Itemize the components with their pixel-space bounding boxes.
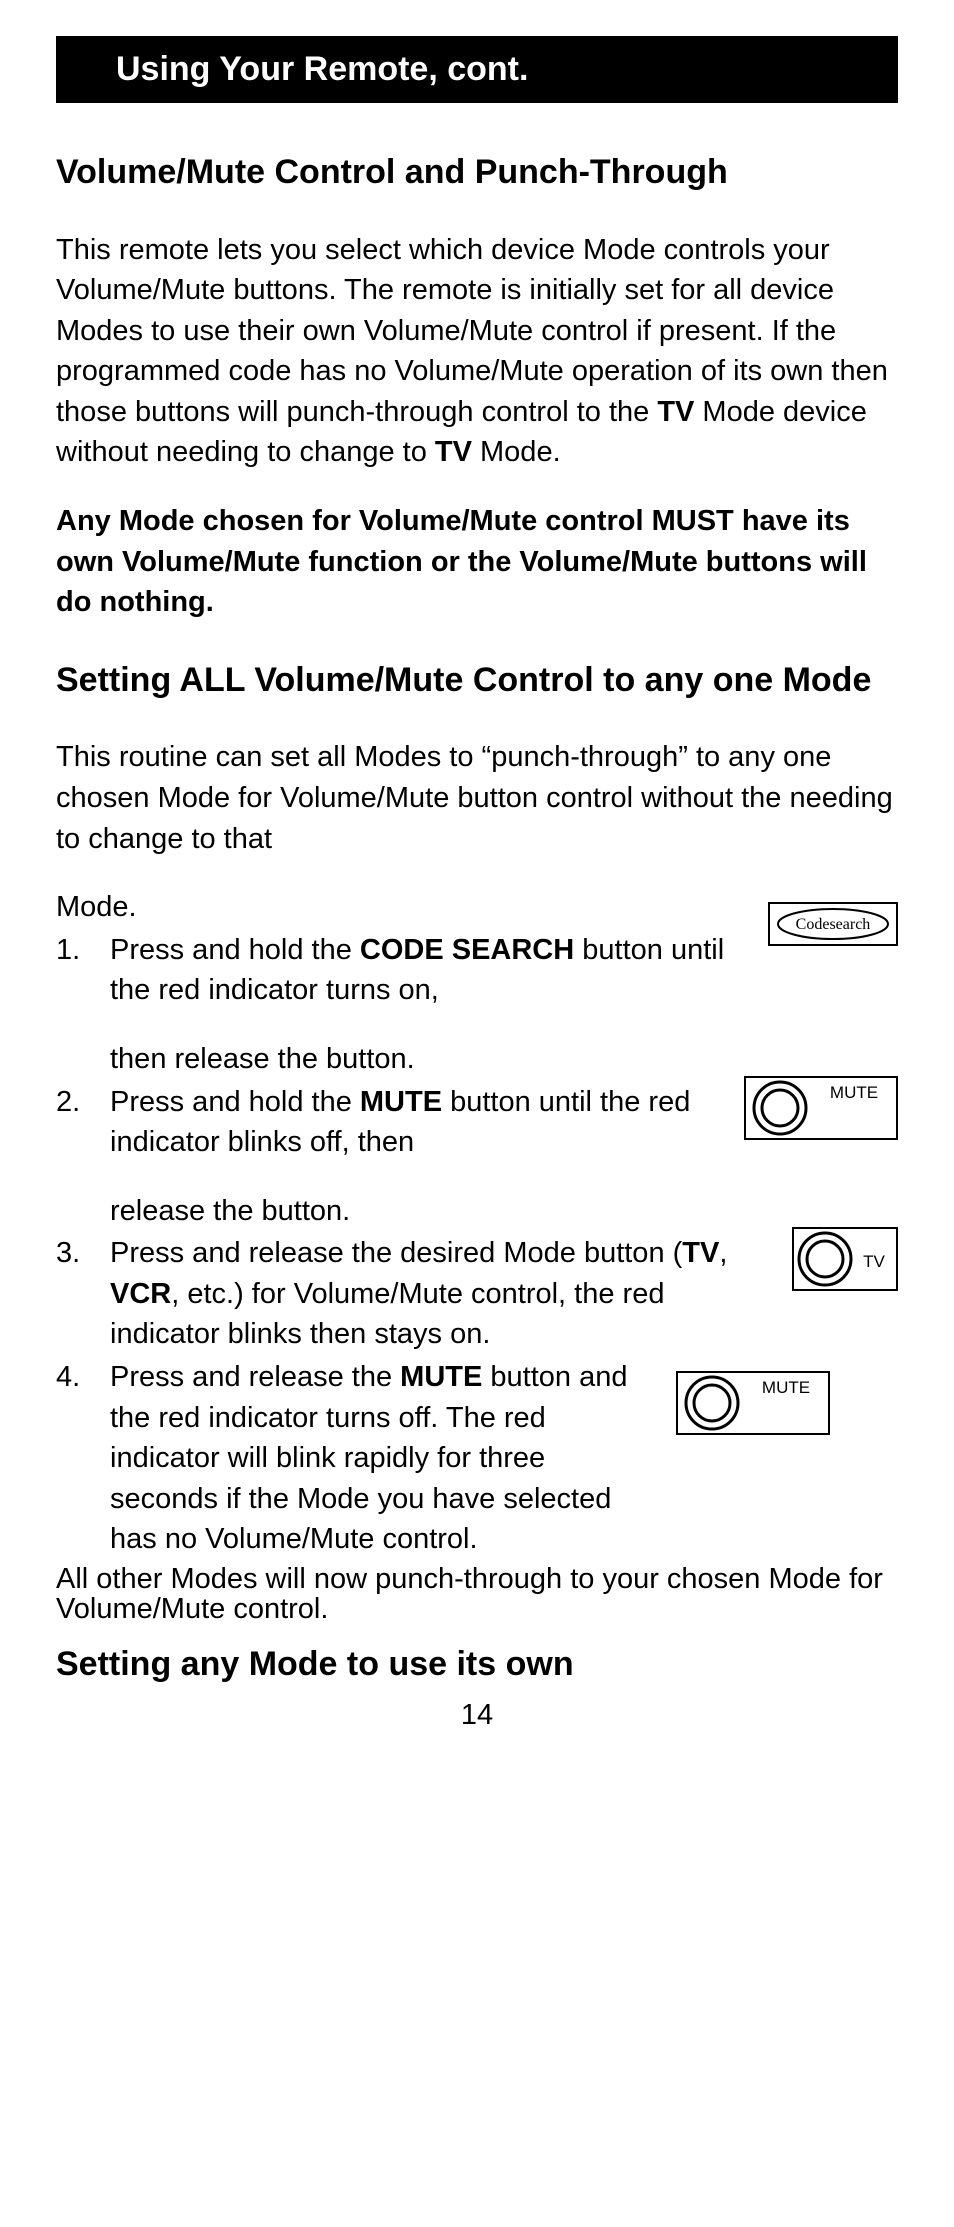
text: Press and hold the [110,934,360,966]
step-2: Press and hold the MUTE button until the… [56,1082,898,1232]
text: Press and hold the [110,1086,360,1118]
mute-button-icon: MUTE [744,1076,898,1140]
text: Press and release the desired Mode butto… [110,1237,682,1269]
mute-label: MUTE [360,1086,442,1118]
tv-label: TV [435,436,472,468]
text: Press and release the [110,1361,400,1393]
codesearch-button-icon: Codesearch [768,902,898,946]
svg-text:MUTE: MUTE [830,1083,878,1102]
step-4: Press and release the MUTE button and th… [56,1357,898,1560]
section1-paragraph: This remote lets you select which device… [56,230,898,474]
mute-button-icon: MUTE [676,1371,830,1435]
text: , [719,1237,727,1269]
section2-outro: All other Modes will now punch-through t… [56,1564,898,1625]
title-bar: Using Your Remote, cont. [56,36,898,103]
code-search-label: CODE SEARCH [360,934,574,966]
steps-list: Press and hold the CODE SEARCH button un… [56,930,898,1560]
text: release the button. [110,1195,350,1227]
section3-heading: Setting any Mode to use its own [56,1643,898,1686]
svg-text:Codesearch: Codesearch [796,916,871,933]
text: then release the button. [110,1043,415,1075]
text: , etc.) for Volume/Mute control, the red… [110,1278,664,1351]
section1-heading: Volume/Mute Control and Punch-Through [56,151,898,194]
page-number: 14 [56,1699,898,1732]
tv-label: TV [682,1237,719,1269]
text: Mode. [472,436,561,468]
svg-text:TV: TV [863,1252,885,1271]
step-1: Press and hold the CODE SEARCH button un… [56,930,898,1080]
section2-heading: Setting ALL Volume/Mute Control to any o… [56,659,898,702]
tv-label: TV [657,396,694,428]
section2-intro: This routine can set all Modes to “punch… [56,737,898,859]
mute-label: MUTE [400,1361,482,1393]
section1-note: Any Mode chosen for Volume/Mute control … [56,501,898,623]
vcr-label: VCR [110,1278,171,1310]
step-3: Press and release the desired Mode butto… [56,1233,898,1355]
tv-button-icon: TV [792,1227,898,1291]
svg-text:MUTE: MUTE [762,1378,810,1397]
